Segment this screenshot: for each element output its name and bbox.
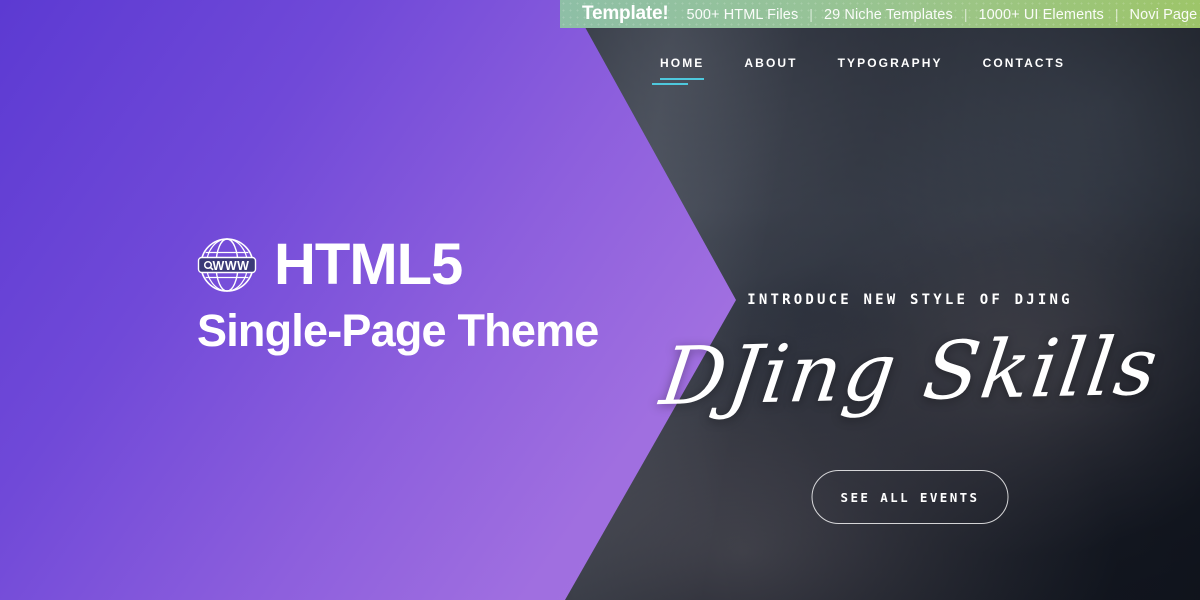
hero-heading: DJing Skills <box>655 319 1165 424</box>
main-navigation: HOME ABOUT TYPOGRAPHY CONTACTS <box>652 52 1066 85</box>
nav-item-about-label: ABOUT <box>744 56 798 70</box>
promo-feature-3: 1000+ UI Elements <box>978 7 1104 23</box>
promo-separator-1: | <box>809 6 813 22</box>
page-subtitle: Single-Page Theme <box>197 305 599 356</box>
nav-active-underline-upper <box>660 78 704 80</box>
nav-active-underline-lower <box>652 83 688 85</box>
nav-item-contacts-label: CONTACTS <box>982 56 1066 70</box>
promo-feature-4: Novi Page Build <box>1129 7 1200 23</box>
hero-kicker: INTRODUCE NEW STYLE OF DJING <box>747 292 1073 308</box>
promo-banner-content: Template! 500+ HTML Files | 29 Niche Tem… <box>560 3 1200 25</box>
promo-separator-2: | <box>963 6 968 22</box>
globe-www-icon: WWW <box>196 234 258 296</box>
promo-feature-1: 500+ HTML Files <box>686 7 799 23</box>
promo-feature-2: 29 Niche Templates <box>823 7 953 23</box>
see-all-events-button[interactable]: SEE ALL EVENTS <box>811 470 1009 524</box>
theme-preview-screenshot: Template! 500+ HTML Files | 29 Niche Tem… <box>0 0 1200 600</box>
page-title: HTML5 <box>274 232 463 297</box>
nav-item-typography[interactable]: TYPOGRAPHY <box>838 52 943 74</box>
hero-content: INTRODUCE NEW STYLE OF DJING DJing Skill… <box>620 0 1200 600</box>
promo-separator-3: | <box>1114 6 1119 22</box>
nav-item-home-label: HOME <box>660 56 705 70</box>
promo-brand-label: Template! <box>582 3 669 24</box>
svg-text:WWW: WWW <box>213 259 250 273</box>
nav-item-contacts[interactable]: CONTACTS <box>983 52 1066 74</box>
brand-lockup: WWW HTML5 <box>196 232 463 297</box>
promo-banner: Template! 500+ HTML Files | 29 Niche Tem… <box>560 0 1200 28</box>
nav-item-typography-label: TYPOGRAPHY <box>837 56 943 70</box>
nav-item-about[interactable]: ABOUT <box>744 52 797 74</box>
nav-item-home[interactable]: HOME <box>652 52 705 85</box>
